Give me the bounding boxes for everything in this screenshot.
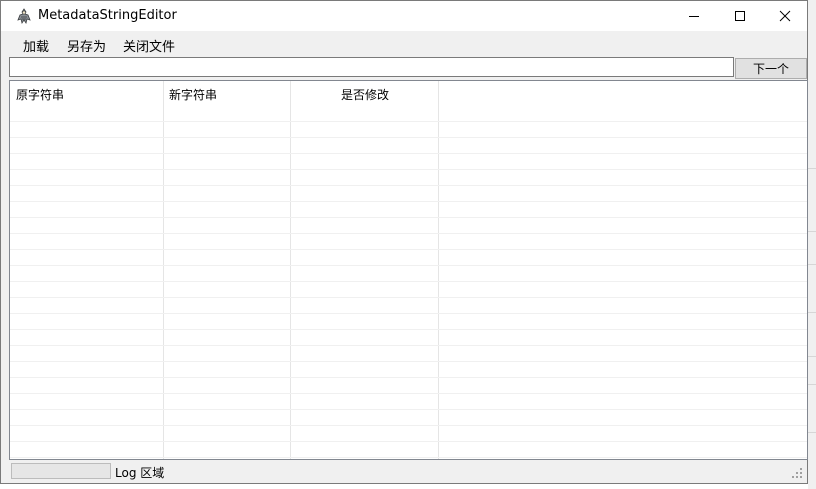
- grid-row-line: [10, 217, 807, 218]
- grid-row-line: [10, 361, 807, 362]
- maximize-button[interactable]: [717, 1, 763, 31]
- next-button[interactable]: 下一个: [735, 58, 807, 79]
- menu-item-save-as[interactable]: 另存为: [67, 36, 106, 55]
- grid-row-line: [10, 457, 807, 458]
- grid-row-line: [10, 409, 807, 410]
- string-grid[interactable]: 原字符串 新字符串 是否修改: [9, 80, 808, 460]
- menu-bar: 加载 另存为 关闭文件: [1, 31, 807, 55]
- menu-item-load[interactable]: 加载: [23, 36, 49, 55]
- grid-row-line: [10, 441, 807, 442]
- grid-row-line: [10, 137, 807, 138]
- window-title: MetadataStringEditor: [38, 8, 177, 23]
- log-area-label: Log 区域: [115, 466, 165, 480]
- grid-row-line: [10, 265, 807, 266]
- close-button[interactable]: [762, 1, 808, 31]
- close-icon: [779, 10, 791, 22]
- status-bar: Log 区域: [1, 460, 807, 483]
- maximize-icon: [735, 11, 745, 21]
- grid-row-line: [10, 425, 807, 426]
- progress-bar: [11, 463, 111, 479]
- grid-row-line: [10, 281, 807, 282]
- app-window: MetadataStringEditor 加载 另存为 关闭文件 下一个 原字符…: [0, 0, 808, 484]
- grid-row-line: [10, 297, 807, 298]
- grid-row-line: [10, 377, 807, 378]
- grid-row-line: [10, 169, 807, 170]
- minimize-icon: [689, 16, 699, 17]
- column-header-original-string[interactable]: 原字符串: [16, 81, 64, 105]
- column-header-modified[interactable]: 是否修改: [291, 81, 439, 105]
- grid-row-line: [10, 345, 807, 346]
- menu-item-close-file[interactable]: 关闭文件: [123, 36, 175, 55]
- column-header-new-string[interactable]: 新字符串: [169, 81, 217, 105]
- desktop-background: [808, 0, 816, 489]
- minimize-button[interactable]: [671, 1, 717, 31]
- title-bar[interactable]: MetadataStringEditor: [1, 1, 807, 31]
- grid-row-line: [10, 329, 807, 330]
- grid-row-line: [10, 185, 807, 186]
- grid-row-line: [10, 153, 807, 154]
- resize-grip-icon[interactable]: [791, 467, 803, 479]
- grid-row-line: [10, 121, 807, 122]
- app-icon: [17, 8, 31, 24]
- grid-row-line: [10, 201, 807, 202]
- grid-row-line: [10, 249, 807, 250]
- grid-row-line: [10, 313, 807, 314]
- grid-row-line: [10, 233, 807, 234]
- search-input[interactable]: [9, 57, 734, 77]
- grid-header: 原字符串 新字符串 是否修改: [10, 81, 807, 105]
- grid-row-line: [10, 393, 807, 394]
